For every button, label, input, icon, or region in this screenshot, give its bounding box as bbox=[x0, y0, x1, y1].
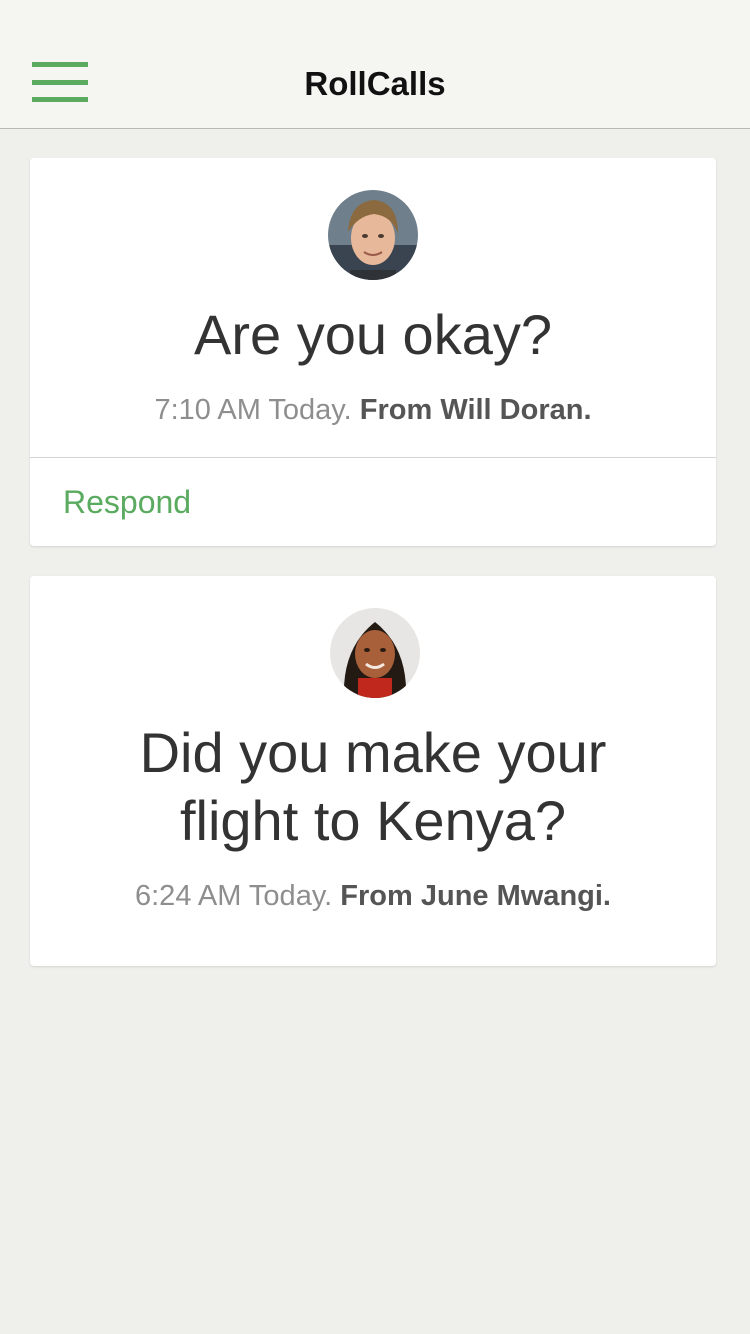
rollcall-card: Did you make your flight to Kenya? 6:24 … bbox=[30, 576, 716, 966]
page-title: RollCalls bbox=[304, 65, 446, 102]
rollcall-meta: 7:10 AM Today. From Will Doran. bbox=[30, 392, 716, 428]
avatar bbox=[330, 608, 420, 698]
respond-button[interactable]: Respond bbox=[63, 482, 191, 522]
rollcall-sender: From June Mwangi. bbox=[340, 880, 611, 912]
rollcall-time: 7:10 AM Today. bbox=[154, 394, 352, 426]
rollcall-card: Are you okay? 7:10 AM Today. From Will D… bbox=[30, 158, 716, 546]
divider bbox=[30, 457, 716, 458]
rollcall-sender: From Will Doran. bbox=[359, 394, 592, 426]
rollcall-question: Did you make your flight to Kenya? bbox=[139, 721, 607, 852]
rollcall-question: Are you okay? bbox=[194, 303, 552, 366]
avatar bbox=[328, 190, 418, 280]
nav-bar: RollCalls bbox=[0, 0, 750, 129]
rollcall-time: 6:24 AM Today. bbox=[135, 880, 333, 912]
rollcall-meta: 6:24 AM Today. From June Mwangi. bbox=[30, 878, 716, 914]
